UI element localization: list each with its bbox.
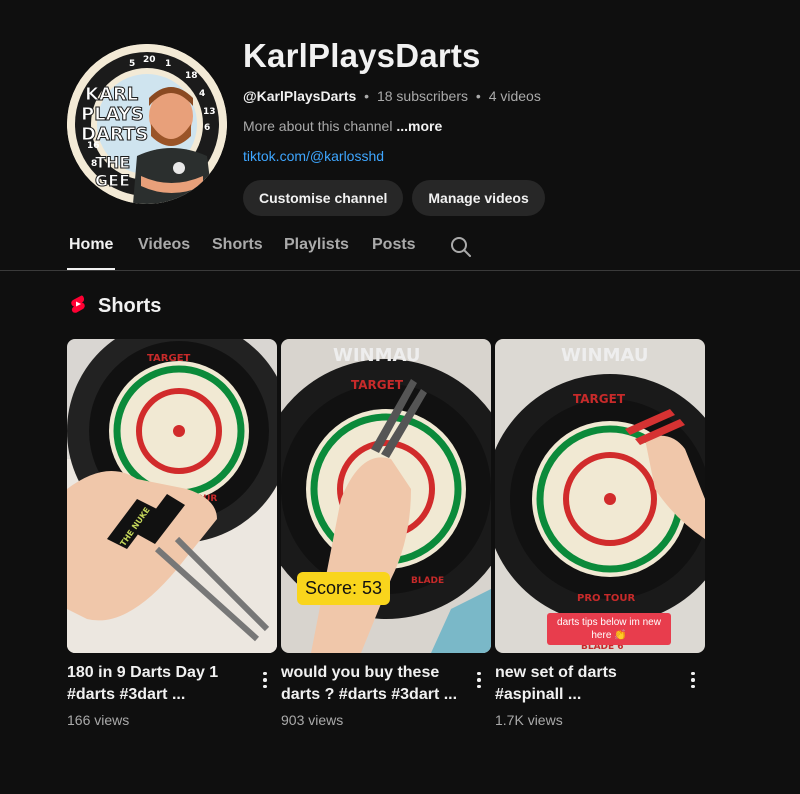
thumb-text: BLADE (411, 576, 444, 586)
thumb-text: TARGET (147, 353, 191, 364)
avatar-number: 13 (203, 107, 216, 117)
avatar-number: 20 (143, 55, 156, 65)
tab-videos[interactable]: Videos (138, 236, 190, 254)
short-views: 1.7K views (495, 712, 563, 728)
shorts-icon (67, 293, 89, 320)
shorts-section-title: Shorts (98, 295, 162, 317)
avatar-number: 5 (129, 59, 135, 69)
short-thumbnail[interactable]: TARGET PRO TOUR THE NUKE (67, 339, 277, 653)
short-title[interactable]: new set of darts #aspinall ... (495, 662, 675, 706)
avatar-number: 6 (204, 123, 210, 133)
tab-playlists[interactable]: Playlists (284, 236, 349, 254)
more-options-icon[interactable] (469, 668, 489, 692)
channel-actions: Customise channel Manage videos (243, 180, 763, 216)
tab-shorts[interactable]: Shorts (212, 236, 263, 254)
search-icon[interactable] (450, 236, 472, 258)
caption-overlay: darts tips below im new here 👏 (547, 613, 671, 645)
more-options-icon[interactable] (683, 668, 703, 692)
score-overlay: Score: 53 (297, 572, 391, 605)
short-views: 166 views (67, 712, 130, 728)
short-title[interactable]: 180 in 9 Darts Day 1 #darts #3dart ... (67, 662, 247, 706)
avatar-number: 1 (165, 59, 171, 69)
short-title[interactable]: would you buy these darts ? #darts #3dar… (281, 662, 461, 706)
avatar-text: PLAYS (81, 104, 144, 125)
about-text: More about this channel (243, 118, 393, 134)
channel-meta: @KarlPlaysDarts • 18 subscribers • 4 vid… (243, 86, 763, 106)
subscriber-count: 18 subscribers (376, 88, 468, 104)
customise-channel-button[interactable]: Customise channel (243, 180, 404, 216)
short-card[interactable]: WINMAU TARGET PRO TOUR BLADE 6 darts tip… (495, 339, 705, 728)
tab-posts[interactable]: Posts (372, 236, 416, 254)
avatar-number: 4 (199, 89, 205, 99)
channel-link[interactable]: tiktok.com/@karlosshd (243, 146, 763, 166)
thumb-text: WINMAU (333, 345, 421, 366)
short-card[interactable]: WINMAU TARGET BLADE Score: 53 would you … (281, 339, 491, 728)
short-thumbnail[interactable]: WINMAU TARGET PRO TOUR BLADE 6 darts tip… (495, 339, 705, 653)
thumb-text: WINMAU (561, 345, 649, 366)
short-views: 903 views (281, 712, 344, 728)
short-card[interactable]: TARGET PRO TOUR THE NUKE 180 in 9 Darts … (67, 339, 277, 728)
channel-handle: @KarlPlaysDarts (243, 88, 357, 104)
manage-videos-button[interactable]: Manage videos (412, 180, 545, 216)
avatar-text: GEE (95, 171, 130, 190)
video-count: 4 videos (488, 88, 541, 104)
tab-home[interactable]: Home (69, 236, 113, 254)
short-thumbnail[interactable]: WINMAU TARGET BLADE Score: 53 (281, 339, 491, 653)
active-tab-indicator (67, 268, 115, 270)
avatar-text: THE (95, 153, 130, 172)
thumb-text: TARGET (351, 378, 404, 392)
more-link[interactable]: ...more (396, 118, 442, 134)
more-options-icon[interactable] (255, 668, 275, 692)
channel-about[interactable]: More about this channel ...more (243, 116, 763, 136)
channel-avatar[interactable]: 5 20 1 18 4 13 6 16 8 KARL PLAYS DARTS T… (67, 44, 227, 204)
thumb-text: PRO TOUR (577, 593, 635, 604)
channel-name: KarlPlaysDarts (243, 37, 481, 74)
meta-separator: • (475, 88, 481, 104)
avatar-number: 18 (185, 71, 198, 81)
meta-separator: • (364, 88, 370, 104)
channel-info: KarlPlaysDarts @KarlPlaysDarts • 18 subs… (243, 38, 763, 216)
thumb-text: TARGET (573, 392, 626, 406)
channel-tabs: Home Videos Shorts Playlists Posts (0, 226, 800, 271)
avatar-text: KARL (85, 84, 138, 105)
shorts-section-header: Shorts (67, 293, 161, 320)
avatar-text: DARTS (81, 124, 148, 145)
